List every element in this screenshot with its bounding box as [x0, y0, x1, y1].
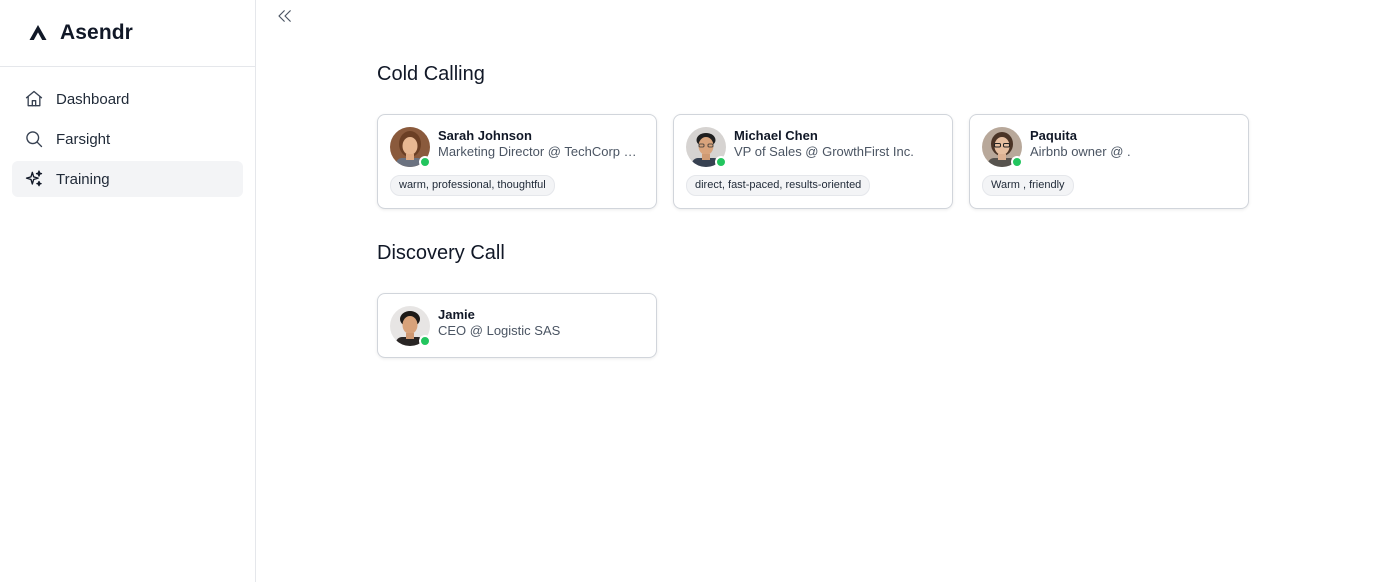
app-name: Asendr	[60, 21, 133, 44]
section-title-discovery-call: Discovery Call	[377, 242, 505, 264]
persona-name: Michael Chen	[734, 128, 818, 143]
online-status-indicator	[715, 156, 727, 168]
persona-traits-tag: warm, professional, thoughtful	[390, 175, 555, 196]
persona-card-jamie[interactable]: Jamie CEO @ Logistic SAS	[377, 293, 657, 358]
persona-role: Marketing Director @ TechCorp Solutions	[438, 144, 644, 159]
sidebar: Asendr Dashboard Farsight Training	[0, 0, 256, 582]
persona-role: VP of Sales @ GrowthFirst Inc.	[734, 144, 914, 159]
home-icon	[24, 89, 44, 109]
online-status-indicator	[1011, 156, 1023, 168]
avatar	[686, 127, 727, 168]
brand[interactable]: Asendr	[0, 0, 255, 67]
persona-role: Airbnb owner @ .	[1030, 144, 1131, 159]
asendr-logo-icon	[28, 23, 48, 43]
persona-name: Paquita	[1030, 128, 1077, 143]
sidebar-nav: Dashboard Farsight Training	[0, 67, 255, 215]
online-status-indicator	[419, 156, 431, 168]
chevrons-left-icon	[276, 7, 294, 30]
avatar	[982, 127, 1023, 168]
persona-card-michael-chen[interactable]: Michael Chen VP of Sales @ GrowthFirst I…	[673, 114, 953, 209]
sidebar-item-training[interactable]: Training	[12, 161, 243, 197]
avatar	[390, 306, 431, 347]
sparkles-icon	[24, 169, 44, 189]
sidebar-item-dashboard[interactable]: Dashboard	[12, 81, 243, 117]
sidebar-item-farsight[interactable]: Farsight	[12, 121, 243, 157]
search-icon	[24, 129, 44, 149]
avatar	[390, 127, 431, 168]
persona-traits-tag: Warm , friendly	[982, 175, 1074, 196]
persona-traits-tag: direct, fast-paced, results-oriented	[686, 175, 871, 196]
online-status-indicator	[419, 335, 431, 347]
sidebar-item-label: Training	[56, 170, 110, 188]
sidebar-item-label: Dashboard	[56, 90, 130, 108]
persona-name: Sarah Johnson	[438, 128, 532, 143]
persona-card-paquita[interactable]: Paquita Airbnb owner @ . Warm , friendly	[969, 114, 1249, 209]
collapse-sidebar-button[interactable]	[274, 7, 296, 29]
persona-name: Jamie	[438, 307, 475, 322]
sidebar-item-label: Farsight	[56, 130, 111, 148]
persona-role: CEO @ Logistic SAS	[438, 323, 561, 338]
persona-card-sarah-johnson[interactable]: Sarah Johnson Marketing Director @ TechC…	[377, 114, 657, 209]
section-title-cold-calling: Cold Calling	[377, 63, 485, 85]
